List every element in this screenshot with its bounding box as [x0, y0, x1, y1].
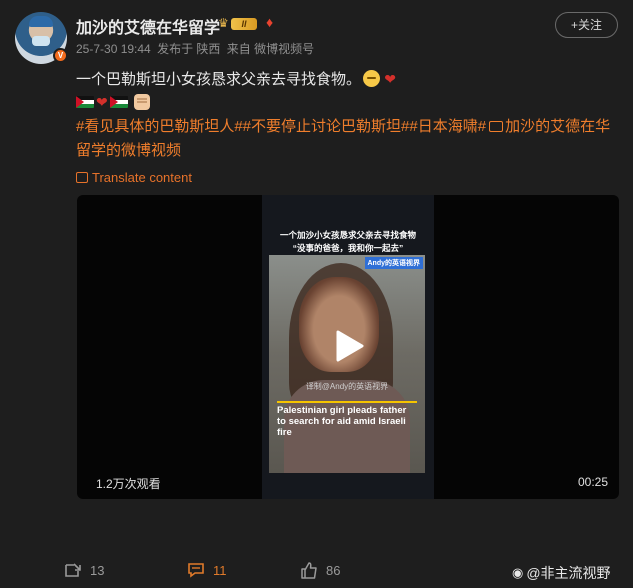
video-thumbnail: Andy的英语视界 译制@Andy的英语视界 Palestinian girl … — [269, 255, 425, 473]
avatar-mask — [32, 36, 50, 46]
weibo-logo-icon: ◉ — [512, 565, 524, 580]
repost-count: 13 — [90, 562, 105, 578]
comment-button[interactable]: 11 — [187, 562, 227, 578]
comment-count: 11 — [213, 562, 227, 578]
post-source[interactable]: 来自 微博视频号 — [227, 42, 314, 56]
translate-label: Translate content — [92, 170, 192, 185]
neutral-face-emoji-icon — [363, 70, 381, 87]
video-link-icon — [489, 121, 504, 132]
video-brand-tag: Andy的英语视界 — [364, 257, 423, 269]
post-date[interactable]: 25-7-30 19:44 — [76, 42, 151, 56]
raised-fist-emoji-icon — [133, 94, 150, 110]
crown-icon: ♛ — [218, 16, 229, 30]
like-button[interactable]: 86 — [300, 562, 340, 579]
weibo-watermark: ◉ @非主流视野 — [512, 563, 611, 583]
palestine-flag-icon — [109, 96, 128, 108]
level-badge[interactable]: ♛ II — [218, 16, 258, 31]
translate-link[interactable]: Translate content — [76, 170, 192, 185]
palestine-flag-icon — [76, 96, 94, 108]
view-count: 1.2万次观看 — [96, 477, 161, 491]
avatar-cap — [29, 16, 53, 27]
thumbs-up-icon — [301, 562, 317, 579]
post-text-content: 一个巴勒斯坦小女孩恳求父亲去寻找食物。 — [76, 71, 362, 88]
repost-button[interactable]: 13 — [64, 562, 104, 578]
comment-icon — [188, 563, 204, 578]
video-duration: 00:25 — [577, 475, 608, 489]
like-count: 86 — [326, 563, 341, 578]
video-headline: Palestinian girl pleads father to search… — [277, 401, 417, 438]
video-watermark: 译制@Andy的英语视界 — [305, 382, 389, 391]
translate-icon — [76, 172, 88, 183]
hashtag-links[interactable]: #看见具体的巴勒斯坦人##不要停止讨论巴勒斯坦##日本海啸# — [76, 118, 486, 135]
verified-badge-icon: V — [53, 48, 68, 63]
repost-icon — [65, 563, 81, 577]
broken-heart-emoji-icon: ❤ — [384, 71, 396, 87]
username[interactable]: 加沙的艾德在华留学 — [76, 14, 220, 38]
weibo-watermark-text: @非主流视野 — [526, 565, 611, 581]
post-meta: 25-7-30 19:44 发布于 陕西 来自 微博视频号 — [76, 40, 317, 57]
post-location: 发布于 陕西 — [157, 42, 221, 56]
broken-heart-emoji-icon: ❤ — [96, 93, 108, 110]
follow-button[interactable]: +关注 — [555, 12, 618, 38]
video-caption-line2: “没事的爸爸，我和你一起去” — [292, 243, 404, 253]
post-text: 一个巴勒斯坦小女孩恳求父亲去寻找食物。 ❤ — [76, 68, 396, 89]
emoji-row: ❤ — [76, 93, 150, 111]
play-icon[interactable] — [330, 328, 366, 364]
hashtags[interactable]: #看见具体的巴勒斯坦人##不要停止讨论巴勒斯坦##日本海啸# 加沙的艾德在华留学的… — [76, 115, 621, 163]
video-player[interactable]: 一个加沙小女孩恳求父亲去寻找食物 “没事的爸爸，我和你一起去” Andy的英语视… — [77, 195, 619, 499]
video-caption-line1: 一个加沙小女孩恳求父亲去寻找食物 — [279, 230, 416, 240]
level-badge-label: II — [231, 18, 257, 30]
fire-badge-icon: ♦ — [266, 14, 274, 30]
